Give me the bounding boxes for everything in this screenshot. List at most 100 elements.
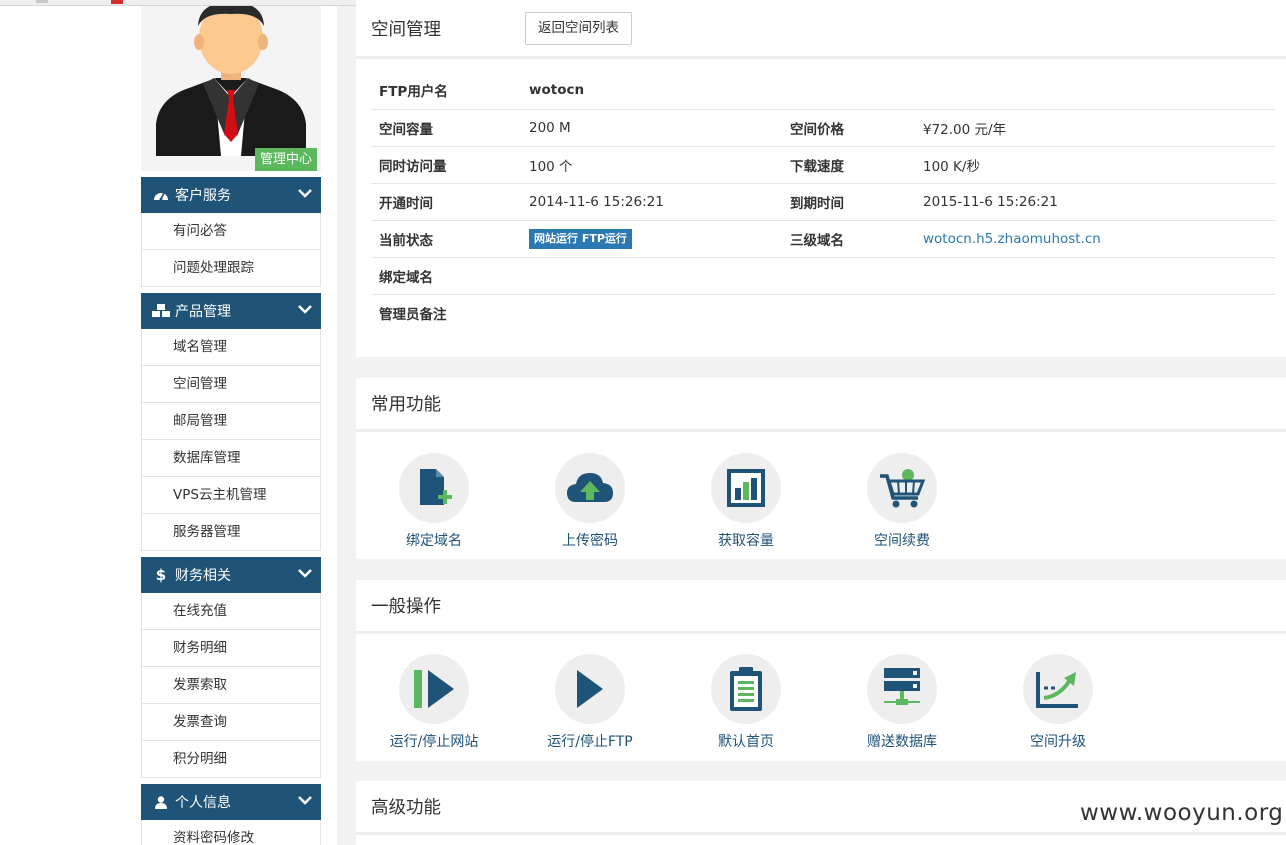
status-label: 当前状态 xyxy=(371,220,529,258)
function-row: 运行/停止网站 运行/停止FTP 默认首页 赠送数据库 空间升级 xyxy=(356,654,1286,754)
subdomain-link[interactable]: wotocn.h5.zhaomuhost.cn xyxy=(923,231,1101,247)
sidebar-item-faq[interactable]: 有问必答 xyxy=(141,213,321,250)
sidebar-item-database[interactable]: 数据库管理 xyxy=(141,440,321,477)
upload-password-function[interactable]: 上传密码 xyxy=(512,453,668,550)
page-title: 空间管理 xyxy=(371,19,441,40)
chevron-down-icon[interactable] xyxy=(298,566,312,582)
play-pause-icon xyxy=(414,670,454,708)
panel-header: 常用功能 xyxy=(356,378,1286,432)
function-label: 获取容量 xyxy=(718,533,774,549)
sidebar-item-issue-tracking[interactable]: 问题处理跟踪 xyxy=(141,250,321,287)
chevron-down-icon[interactable] xyxy=(298,302,312,318)
bind-domain-label: 绑定域名 xyxy=(371,257,529,295)
toggle-ftp-function[interactable]: 运行/停止FTP xyxy=(512,654,668,751)
nav-group-title: 个人信息 xyxy=(175,795,231,811)
function-label: 默认首页 xyxy=(718,734,774,750)
sidebar: 管理中心 客户服务 有问必答 问题处理跟踪 产品管理 域名管理 空间管理 邮局管… xyxy=(141,6,321,845)
sidebar-item-finance-detail[interactable]: 财务明细 xyxy=(141,630,321,667)
sidebar-item-profile-password[interactable]: 资料密码修改 xyxy=(141,820,321,845)
open-time-value: 2014-11-6 15:26:21 xyxy=(529,183,790,221)
upgrade-space-function[interactable]: 空间升级 xyxy=(980,654,1136,751)
function-label: 运行/停止网站 xyxy=(389,734,479,750)
upgrade-chart-icon xyxy=(1036,672,1078,708)
chevron-down-icon[interactable] xyxy=(298,186,312,202)
sidebar-item-invoice-query[interactable]: 发票查询 xyxy=(141,704,321,741)
function-label: 上传密码 xyxy=(562,533,618,549)
table-row: 当前状态 网站运行 FTP运行 三级域名 wotocn.h5.zhaomuhos… xyxy=(371,220,1276,258)
default-homepage-function[interactable]: 默认首页 xyxy=(668,654,824,751)
tab-marker-red xyxy=(111,0,123,4)
table-row: FTP用户名 wotocn xyxy=(371,72,1276,110)
table-row: 绑定域名 xyxy=(371,257,1276,295)
cloud-upload-icon xyxy=(567,473,613,502)
expire-time-label: 到期时间 xyxy=(790,183,923,221)
panel-header: 空间管理 返回空间列表 xyxy=(356,0,1286,59)
sidebar-item-server[interactable]: 服务器管理 xyxy=(141,514,321,551)
watermark: www.wooyun.org xyxy=(1080,800,1284,826)
nav-group-products[interactable]: 产品管理 xyxy=(141,293,321,329)
ftp-user-value: wotocn xyxy=(529,72,790,110)
visits-label: 同时访问量 xyxy=(371,146,529,184)
function-row: 绑定域名 上传密码 获取容量 空间续费 xyxy=(356,453,1286,553)
capacity-label: 空间容量 xyxy=(371,109,529,147)
renew-space-function[interactable]: 空间续费 xyxy=(824,453,980,550)
avatar: 管理中心 xyxy=(141,6,321,171)
chevron-down-icon[interactable] xyxy=(298,793,312,809)
common-functions-panel: 常用功能 绑定域名 上传密码 获取容量 空间续费 xyxy=(356,378,1286,559)
visits-value: 100 个 xyxy=(529,146,790,184)
status-badge: 网站运行 FTP运行 xyxy=(529,228,632,249)
sidebar-item-vps[interactable]: VPS云主机管理 xyxy=(141,477,321,514)
function-label: 赠送数据库 xyxy=(867,734,937,750)
nav-group-customer-service[interactable]: 客户服务 xyxy=(141,177,321,213)
sidebar-item-recharge[interactable]: 在线充值 xyxy=(141,593,321,630)
space-info-panel: 空间管理 返回空间列表 FTP用户名 wotocn 空间容量 200 M 空间价… xyxy=(356,0,1286,357)
nav-group-title: 财务相关 xyxy=(175,568,231,584)
admin-center-badge[interactable]: 管理中心 xyxy=(254,148,317,171)
get-capacity-function[interactable]: 获取容量 xyxy=(668,453,824,550)
function-label: 空间续费 xyxy=(874,533,930,549)
free-database-function[interactable]: 赠送数据库 xyxy=(824,654,980,751)
sidebar-item-mail[interactable]: 邮局管理 xyxy=(141,403,321,440)
nav-group-personal[interactable]: 个人信息 xyxy=(141,784,321,820)
dashboard-icon xyxy=(152,189,170,201)
table-row: 管理员备注 xyxy=(371,294,1276,331)
nav-group-title: 客户服务 xyxy=(175,188,231,204)
price-label: 空间价格 xyxy=(790,109,923,147)
table-row: 同时访问量 100 个 下载速度 100 K/秒 xyxy=(371,146,1276,184)
admin-note-label: 管理员备注 xyxy=(379,306,447,323)
section-title: 常用功能 xyxy=(371,395,441,415)
dollar-icon: $ xyxy=(155,566,167,584)
capacity-value: 200 M xyxy=(529,109,790,147)
nav-group-title: 产品管理 xyxy=(175,304,231,320)
sidebar-item-points[interactable]: 积分明细 xyxy=(141,741,321,778)
sidebar-item-domains[interactable]: 域名管理 xyxy=(141,329,321,366)
toggle-website-function[interactable]: 运行/停止网站 xyxy=(356,654,512,751)
function-label: 空间升级 xyxy=(1030,734,1086,750)
tab-marker xyxy=(36,0,48,3)
avatar-illustration xyxy=(156,6,306,156)
file-add-icon xyxy=(420,469,452,505)
sidebar-item-space[interactable]: 空间管理 xyxy=(141,366,321,403)
bar-chart-icon xyxy=(727,469,765,507)
clipboard-icon xyxy=(730,667,762,711)
subdomain-label: 三级域名 xyxy=(790,220,923,258)
function-label: 运行/停止FTP xyxy=(547,734,633,750)
user-icon xyxy=(152,795,170,809)
server-icon xyxy=(884,668,920,705)
speed-value: 100 K/秒 xyxy=(923,146,1276,184)
price-value: ¥72.00 元/年 xyxy=(923,109,1276,147)
bind-domain-function[interactable]: 绑定域名 xyxy=(356,453,512,550)
cart-icon xyxy=(880,469,926,508)
table-row: 开通时间 2014-11-6 15:26:21 到期时间 2015-11-6 1… xyxy=(371,183,1276,221)
cubes-icon xyxy=(152,304,170,318)
table-row: 空间容量 200 M 空间价格 ¥72.00 元/年 xyxy=(371,109,1276,147)
section-title: 一般操作 xyxy=(371,597,441,617)
nav-group-finance[interactable]: $ 财务相关 xyxy=(141,557,321,593)
panel-header: 一般操作 xyxy=(356,580,1286,634)
expire-time-value: 2015-11-6 15:26:21 xyxy=(923,183,1276,221)
open-time-label: 开通时间 xyxy=(371,183,529,221)
back-to-space-list-button[interactable]: 返回空间列表 xyxy=(525,11,632,45)
sidebar-item-invoice-request[interactable]: 发票索取 xyxy=(141,667,321,704)
section-title: 高级功能 xyxy=(371,798,441,818)
general-operations-panel: 一般操作 运行/停止网站 运行/停止FTP 默认首页 赠送数据库 空间升级 xyxy=(356,580,1286,761)
